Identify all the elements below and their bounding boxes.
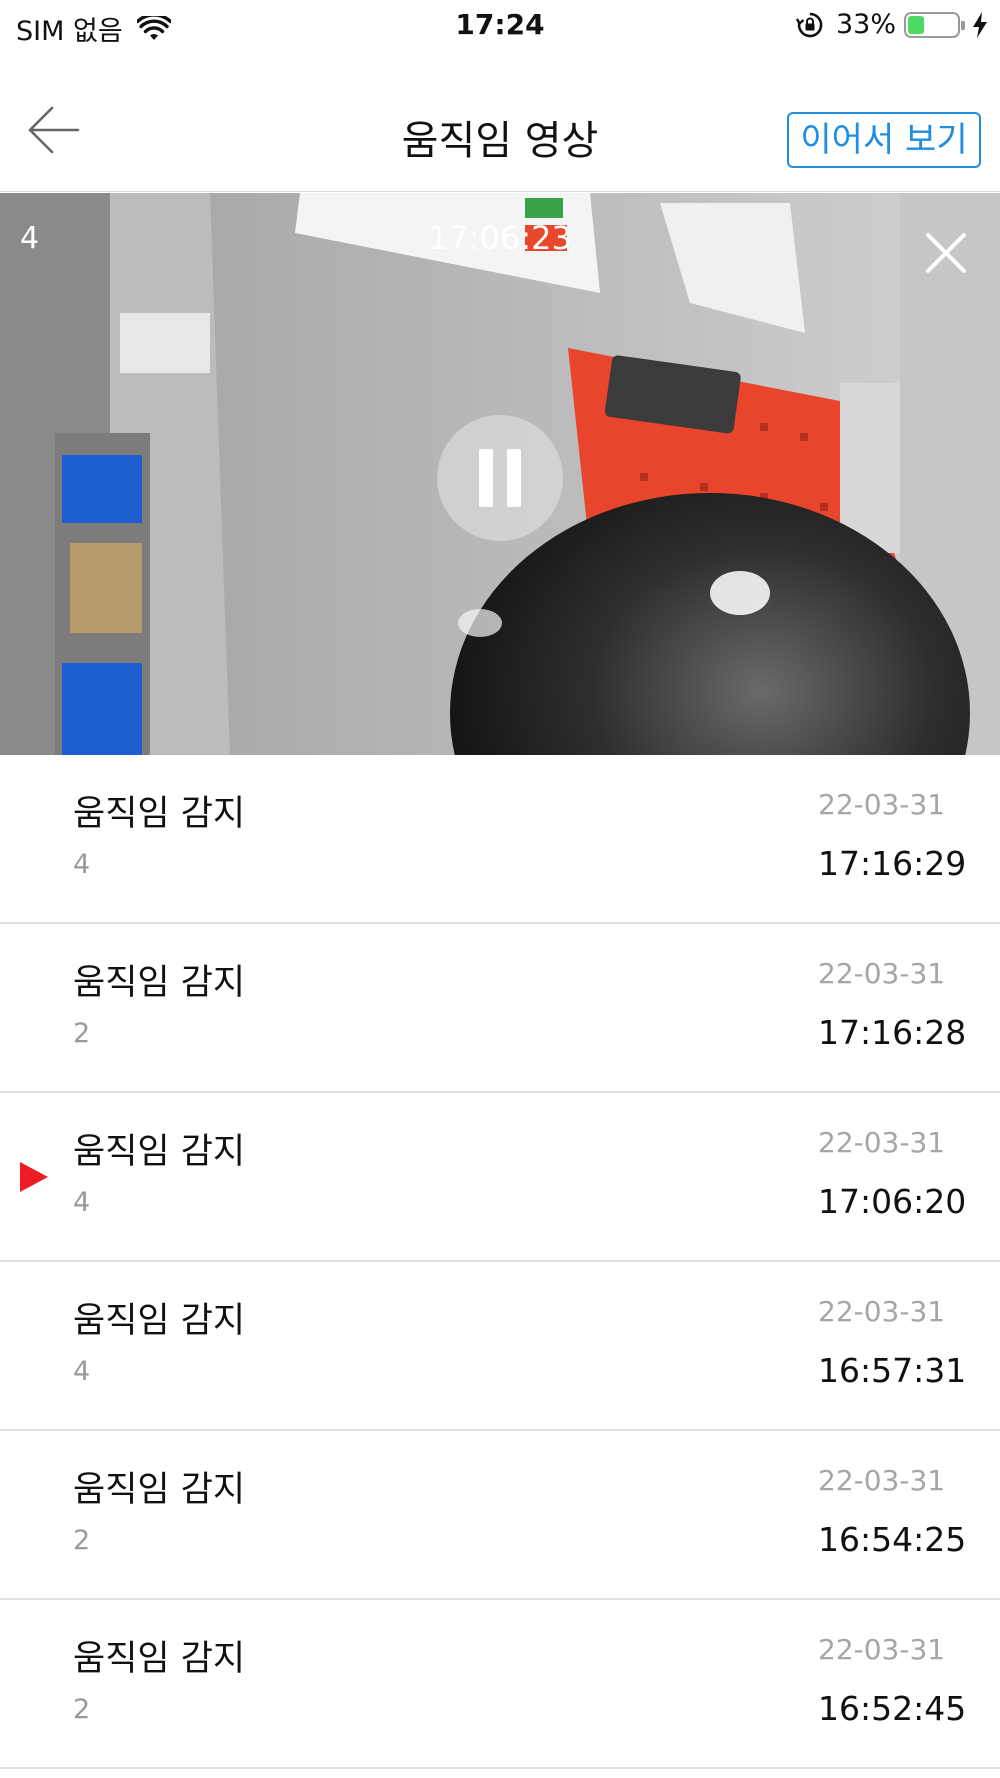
event-date: 22-03-31 (818, 1295, 946, 1328)
event-title: 움직임 감지 (73, 1470, 246, 1510)
nav-bar: 움직임 영상 이어서 보기 (0, 52, 1000, 192)
event-channel: 4 (73, 1356, 91, 1387)
event-time: 16:54:25 (818, 1520, 967, 1559)
event-title: 움직임 감지 (73, 963, 246, 1003)
list-item[interactable]: 움직임 감지 2 22-03-31 17:16:28 (0, 924, 1000, 1093)
event-channel: 2 (73, 1694, 91, 1725)
orientation-lock-icon (795, 12, 823, 37)
event-time: 16:57:31 (818, 1351, 967, 1390)
video-player[interactable]: 4 17:06:23 (0, 193, 1000, 755)
charging-icon (973, 11, 987, 38)
close-icon[interactable] (924, 231, 968, 275)
video-timestamp: 17:06:23 (428, 219, 572, 257)
event-list: 움직임 감지 4 22-03-31 17:16:29 움직임 감지 2 22-0… (0, 755, 1000, 1769)
event-time: 16:52:45 (818, 1689, 967, 1728)
event-date: 22-03-31 (818, 1633, 946, 1666)
event-channel: 4 (73, 849, 91, 880)
event-channel: 4 (73, 1187, 91, 1218)
list-item[interactable]: 움직임 감지 2 22-03-31 16:52:45 (0, 1600, 1000, 1769)
pause-icon (507, 449, 521, 507)
event-time: 17:16:28 (818, 1013, 967, 1052)
event-date: 22-03-31 (818, 957, 946, 990)
play-indicator-icon (20, 1162, 48, 1192)
event-time: 17:16:29 (818, 844, 967, 883)
event-title: 움직임 감지 (73, 1301, 246, 1341)
event-title: 움직임 감지 (73, 1639, 246, 1679)
list-item[interactable]: 움직임 감지 4 22-03-31 17:06:20 (0, 1093, 1000, 1262)
pause-button[interactable] (437, 415, 563, 541)
battery-percent: 33% (835, 9, 896, 40)
list-item[interactable]: 움직임 감지 2 22-03-31 16:54:25 (0, 1431, 1000, 1600)
battery-icon (904, 11, 965, 38)
list-item[interactable]: 움직임 감지 4 22-03-31 17:16:29 (0, 755, 1000, 924)
continue-watching-button[interactable]: 이어서 보기 (787, 112, 981, 168)
status-bar: SIM 없음 17:24 33% (0, 0, 1000, 52)
event-title: 움직임 감지 (73, 794, 246, 834)
battery-level (908, 15, 924, 34)
event-time: 17:06:20 (818, 1182, 967, 1221)
event-title: 움직임 감지 (73, 1132, 246, 1172)
event-channel: 2 (73, 1018, 91, 1049)
event-date: 22-03-31 (818, 788, 946, 821)
event-date: 22-03-31 (818, 1126, 946, 1159)
status-right: 33% (795, 9, 988, 40)
event-date: 22-03-31 (818, 1464, 946, 1497)
pause-icon (479, 449, 493, 507)
list-item[interactable]: 움직임 감지 4 22-03-31 16:57:31 (0, 1262, 1000, 1431)
event-channel: 2 (73, 1525, 91, 1556)
